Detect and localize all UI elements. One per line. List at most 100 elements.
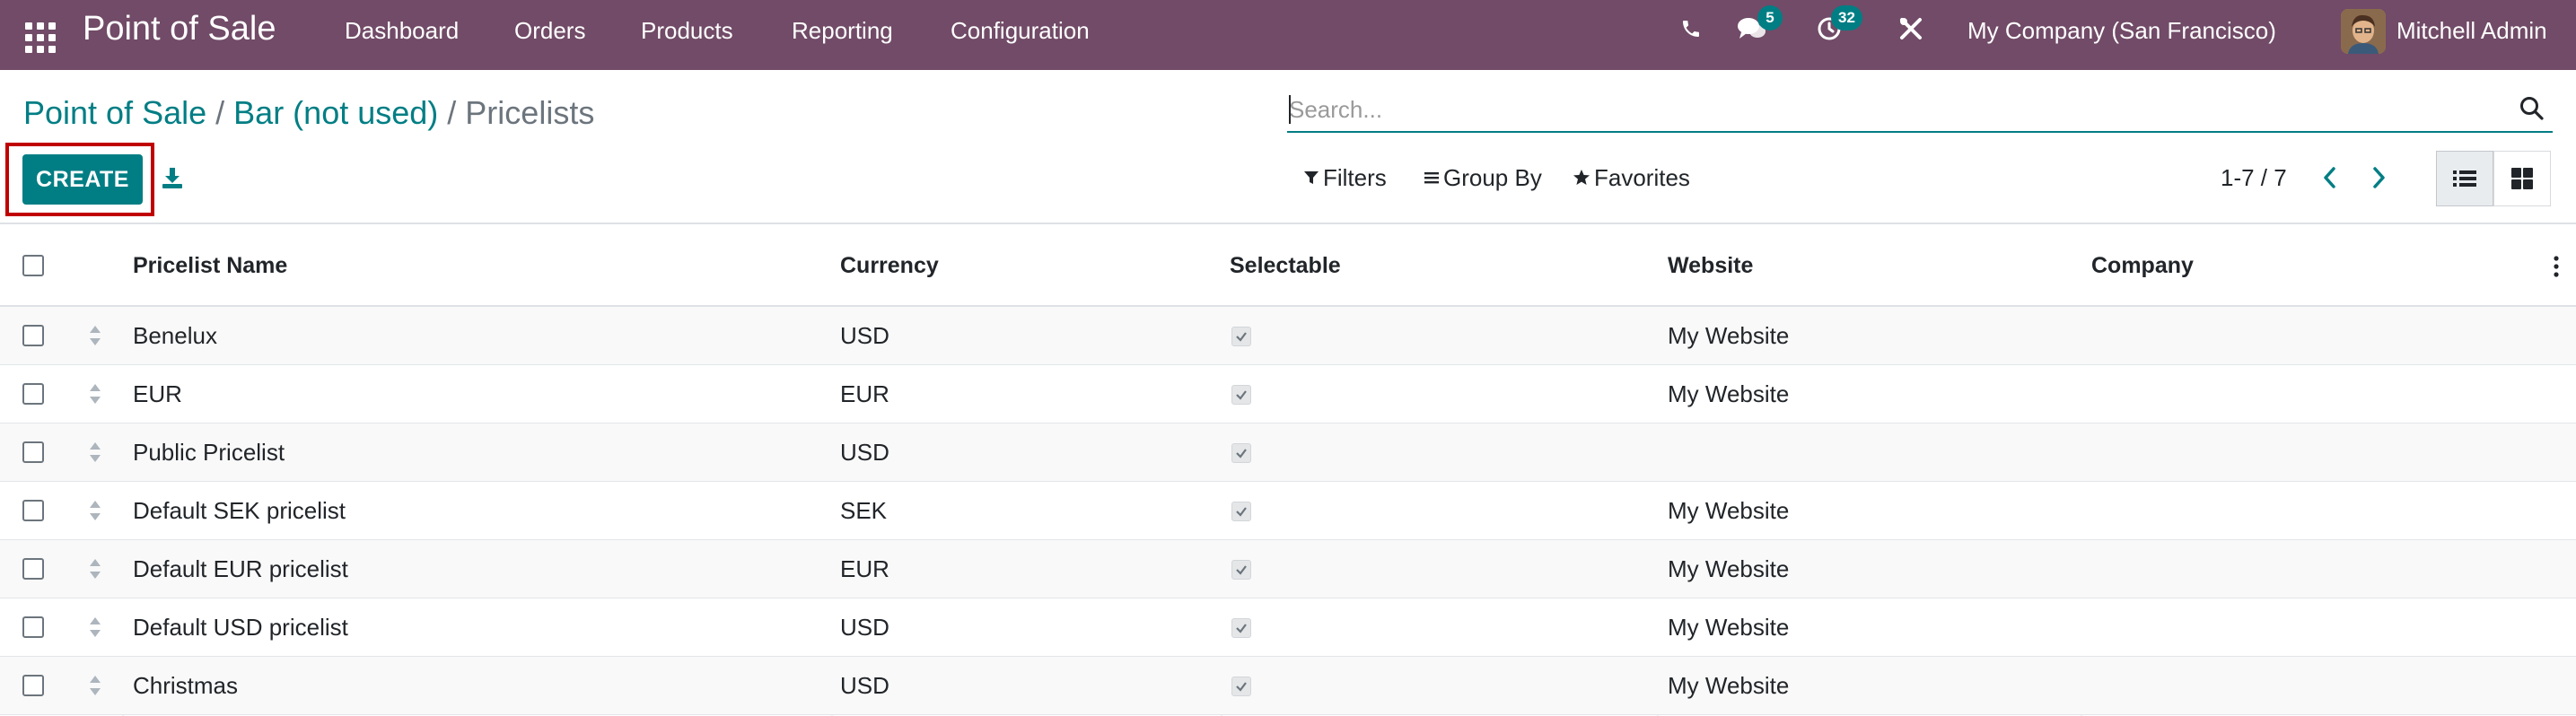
column-header-website[interactable]: Website [1668,224,1753,307]
cell-website: My Website [1668,555,1790,582]
breadcrumb-separator: / [215,94,225,131]
row-checkbox[interactable] [22,616,44,638]
row-checkbox[interactable] [22,441,44,463]
cell-website: My Website [1668,614,1790,641]
cell-pricelist-name: Public Pricelist [133,439,285,466]
column-header-company[interactable]: Company [2091,224,2194,307]
drag-handle-icon[interactable] [86,498,104,523]
selectable-checkbox [1231,677,1251,696]
cell-pricelist-name: EUR [133,380,182,407]
selectable-checkbox [1231,327,1251,346]
check-icon [1236,449,1247,458]
user-avatar[interactable] [2341,9,2386,54]
row-checkbox[interactable] [22,558,44,580]
row-checkbox[interactable] [22,675,44,696]
pricelist-table: Pricelist Name Currency Selectable Websi… [0,224,2576,715]
cell-currency: EUR [840,555,889,582]
cell-website: My Website [1668,380,1790,407]
favorites-button[interactable]: Favorites [1573,163,1690,192]
filters-button[interactable]: Filters [1303,163,1387,192]
pager-value[interactable]: 1-7 / 7 [2221,163,2287,192]
filter-icon [1304,171,1319,184]
cell-website: My Website [1668,672,1790,699]
check-icon [1236,682,1247,692]
cell-currency: USD [840,439,889,466]
check-icon [1236,390,1247,400]
breadcrumb-item-point-of-sale[interactable]: Point of Sale [23,94,206,131]
pager-previous-icon[interactable] [2314,162,2346,194]
cell-currency: USD [840,322,889,349]
cell-pricelist-name: Default EUR pricelist [133,555,348,582]
cell-website: My Website [1668,497,1790,524]
breadcrumb-current: Pricelists [465,94,595,131]
table-row[interactable]: Default EUR pricelist EUR My Website [0,540,2576,598]
select-all-checkbox[interactable] [22,255,44,276]
table-row[interactable]: EUR EUR My Website [0,365,2576,423]
list-view-icon[interactable] [2436,151,2493,206]
cell-currency: EUR [840,380,889,407]
app-brand[interactable]: Point of Sale [83,9,276,48]
table-row[interactable]: Default SEK pricelist SEK My Website [0,482,2576,540]
text-caret [1289,95,1291,124]
table-row[interactable]: Default USD pricelist USD My Website [0,598,2576,657]
search-bar [1287,88,2553,133]
drag-handle-icon[interactable] [86,615,104,640]
check-icon [1236,332,1247,342]
drag-handle-icon[interactable] [86,556,104,581]
tools-icon[interactable] [1896,13,1926,45]
kanban-view-icon[interactable] [2493,151,2551,206]
column-header-pricelist-name[interactable]: Pricelist Name [133,224,287,307]
table-row[interactable]: Public Pricelist USD [0,423,2576,482]
company-switcher[interactable]: My Company (San Francisco) [1967,16,2276,45]
cell-currency: USD [840,672,889,699]
phone-icon[interactable] [1677,13,1705,45]
check-icon [1236,507,1247,517]
cell-pricelist-name: Default SEK pricelist [133,497,346,524]
messages-badge: 5 [1757,5,1783,31]
drag-handle-icon[interactable] [86,440,104,465]
favorites-label: Favorites [1594,164,1690,191]
search-icon[interactable] [2519,95,2547,124]
menu-orders[interactable]: Orders [514,16,585,45]
pager-next-icon[interactable] [2362,162,2395,194]
selectable-checkbox [1231,560,1251,580]
table-row[interactable]: Christmas USD My Website [0,657,2576,715]
drag-handle-icon[interactable] [86,323,104,348]
menu-products[interactable]: Products [641,16,733,45]
menu-dashboard[interactable]: Dashboard [345,16,459,45]
search-input[interactable] [1289,93,2492,126]
star-icon [1573,170,1590,185]
selectable-checkbox [1231,443,1251,463]
cell-currency: SEK [840,497,888,524]
breadcrumb-item-bar[interactable]: Bar (not used) [233,94,438,131]
download-icon[interactable] [158,162,187,194]
drag-handle-icon[interactable] [86,673,104,698]
table-header: Pricelist Name Currency Selectable Websi… [0,224,2576,307]
group-by-label: Group By [1443,164,1542,191]
drag-handle-icon[interactable] [86,381,104,406]
selectable-checkbox [1231,385,1251,405]
cell-pricelist-name: Benelux [133,322,217,349]
optional-columns-icon[interactable] [2551,253,2562,280]
menu-configuration[interactable]: Configuration [951,16,1090,45]
breadcrumb: Point of Sale / Bar (not used) / Pricelists [23,93,594,133]
column-header-selectable[interactable]: Selectable [1230,224,1341,307]
list-bars-icon [1424,172,1439,184]
apps-grid-icon[interactable] [22,19,56,53]
table-row[interactable]: Benelux USD My Website [0,307,2576,365]
breadcrumb-separator: / [447,94,457,131]
cell-pricelist-name: Default USD pricelist [133,614,348,641]
filters-label: Filters [1323,164,1387,191]
check-icon [1236,565,1247,575]
column-header-currency[interactable]: Currency [840,224,939,307]
top-navbar: Point of Sale Dashboard Orders Products … [0,0,2576,70]
group-by-button[interactable]: Group By [1424,163,1542,192]
menu-reporting[interactable]: Reporting [792,16,893,45]
row-checkbox[interactable] [22,383,44,405]
row-checkbox[interactable] [22,325,44,346]
user-menu[interactable]: Mitchell Admin [2396,16,2547,45]
row-checkbox[interactable] [22,500,44,521]
check-icon [1236,624,1247,633]
cell-currency: USD [840,614,889,641]
create-button[interactable]: CREATE [22,154,143,205]
